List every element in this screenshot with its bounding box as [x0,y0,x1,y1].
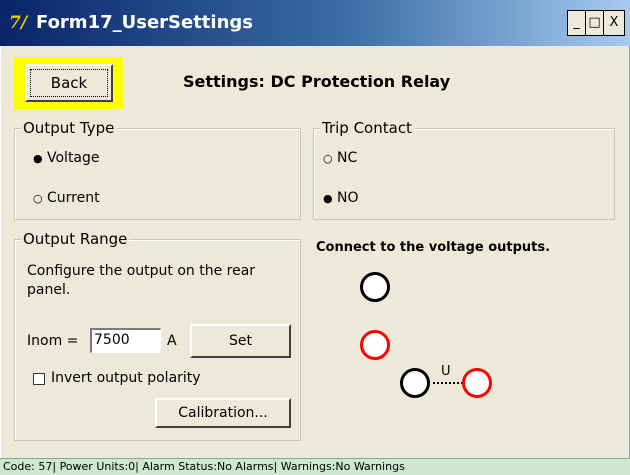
trip-contact-title: Trip Contact [320,118,414,138]
output-range-description: Configure the output on the rear panel. [27,263,256,298]
radio-unselected-icon: ○ [33,192,43,205]
inom-input[interactable]: 7500 [90,328,161,353]
radio-no-label: NO [337,190,359,206]
output-type-title: Output Type [21,118,117,138]
radio-voltage-label: Voltage [47,150,100,166]
radio-selected-icon: ● [323,192,333,205]
minimize-button[interactable]: _ [567,10,585,36]
radio-current[interactable]: ○ Current [33,190,100,206]
radio-current-label: Current [47,190,100,206]
radio-nc[interactable]: ○ NC [323,150,357,166]
output-range-title: Output Range [21,229,130,249]
set-button[interactable]: Set [190,324,291,358]
radio-nc-label: NC [337,150,358,166]
terminal-black-bottom [400,368,430,398]
output-type-group: Output Type [14,118,301,220]
radio-selected-icon: ● [33,152,43,165]
voltage-u-label: U [441,364,451,379]
maximize-button[interactable]: □ [585,10,603,36]
page-title: Settings: DC Protection Relay [183,72,451,91]
title-bar[interactable]: 7/ Form17_UserSettings _ □ X [0,0,630,46]
connection-caption: Connect to the voltage outputs. [316,240,551,255]
invert-polarity-checkbox[interactable] [33,373,45,385]
terminal-red-bottom [462,368,492,398]
terminal-red [360,330,390,360]
trip-contact-group: Trip Contact [313,118,615,220]
unit-label: A [167,333,177,349]
radio-voltage[interactable]: ● Voltage [33,150,100,166]
voltage-dotted-line [433,382,463,384]
radio-unselected-icon: ○ [323,152,333,165]
radio-no[interactable]: ● NO [323,190,359,206]
calibration-button[interactable]: Calibration... [155,398,291,428]
back-button[interactable]: Back [25,64,113,102]
app-icon: 7/ [9,13,28,33]
status-bar: Code: 57| Power Units:0| Alarm Status:No… [0,458,630,475]
close-button[interactable]: X [603,10,625,36]
settings-window: 7/ Form17_UserSettings _ □ X Back Settin… [0,0,630,475]
window-title: Form17_UserSettings [36,12,253,33]
terminal-black-top [360,272,390,302]
inom-label: Inom = [27,333,79,349]
invert-polarity-label: Invert output polarity [51,370,201,386]
